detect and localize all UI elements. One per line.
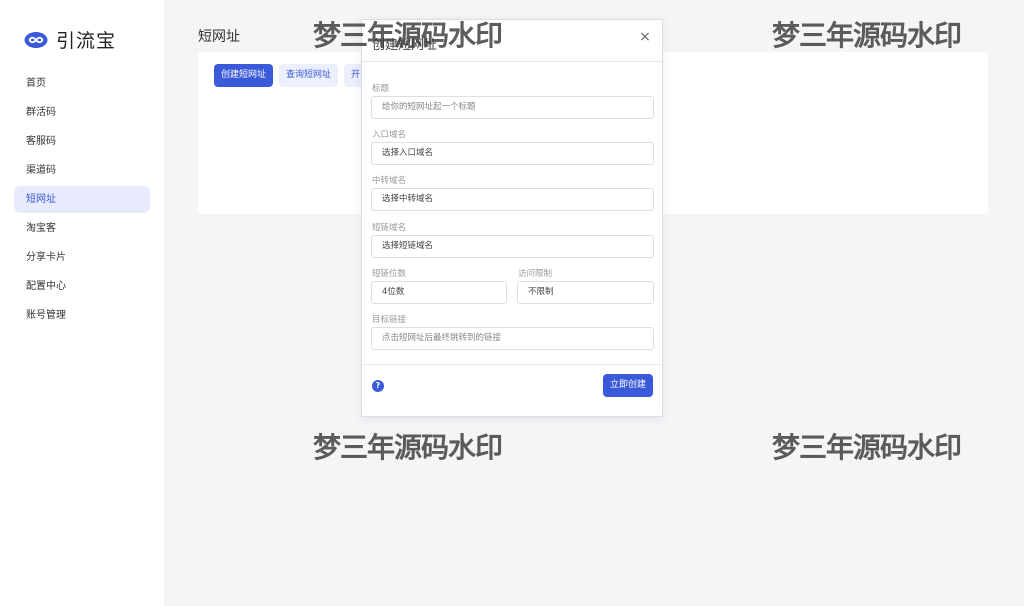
create-short-url-modal: 创建短网址 × 标题 给你的短网址起一个标题 入口域名 选择入口域名 中转域名 …: [361, 19, 663, 417]
short-domain-label: 短链域名: [372, 223, 407, 233]
page-title: 短网址: [198, 29, 240, 45]
close-icon[interactable]: ×: [638, 30, 652, 44]
relay-domain-label: 中转域名: [372, 176, 407, 186]
relay-domain-select[interactable]: 选择中转域名: [371, 188, 654, 211]
target-link-label: 目标链接: [372, 315, 407, 325]
sidebar-item-taobaoke[interactable]: 淘宝客: [14, 215, 150, 242]
access-limit-select[interactable]: 不限制: [517, 281, 654, 304]
sidebar-item-account[interactable]: 账号管理: [14, 302, 150, 329]
help-icon[interactable]: ?: [372, 380, 384, 392]
short-domain-select[interactable]: 选择短链域名: [371, 235, 654, 258]
modal-title: 创建短网址: [372, 38, 438, 53]
sidebar: 引流宝 首页 群活码 客服码 渠道码 短网址 淘宝客 分享卡片 配置中心 账号管…: [0, 0, 164, 606]
access-limit-label: 访问限制: [518, 269, 553, 279]
sidebar-item-channel-code[interactable]: 渠道码: [14, 157, 150, 184]
sidebar-item-share-card[interactable]: 分享卡片: [14, 244, 150, 271]
app-name: 引流宝: [56, 30, 117, 52]
query-short-url-button[interactable]: 查询短网址: [279, 64, 339, 87]
app-logo[interactable]: 引流宝: [24, 26, 116, 53]
sidebar-item-short-url[interactable]: 短网址: [14, 186, 150, 213]
submit-create-button[interactable]: 立即创建: [602, 374, 653, 397]
modal-header-divider: [362, 61, 662, 62]
sidebar-item-group-code[interactable]: 群活码: [14, 99, 150, 126]
sidebar-item-service-code[interactable]: 客服码: [14, 128, 150, 155]
entry-domain-select[interactable]: 选择入口域名: [371, 142, 654, 165]
title-label: 标题: [372, 84, 390, 94]
entry-domain-label: 入口域名: [372, 130, 407, 140]
target-link-input[interactable]: 点击短网址后最终跳转到的链接: [371, 327, 654, 350]
sidebar-nav: 首页 群活码 客服码 渠道码 短网址 淘宝客 分享卡片 配置中心 账号管理: [14, 70, 150, 331]
digits-label: 短链位数: [372, 269, 407, 279]
sidebar-item-home[interactable]: 首页: [14, 70, 150, 97]
sidebar-item-config-center[interactable]: 配置中心: [14, 273, 150, 300]
modal-footer-divider: [362, 364, 662, 365]
digits-select[interactable]: 4位数: [371, 281, 507, 304]
title-input[interactable]: 给你的短网址起一个标题: [371, 96, 654, 119]
create-short-url-button[interactable]: 创建短网址: [214, 64, 274, 87]
infinity-logo-icon: [24, 31, 48, 48]
